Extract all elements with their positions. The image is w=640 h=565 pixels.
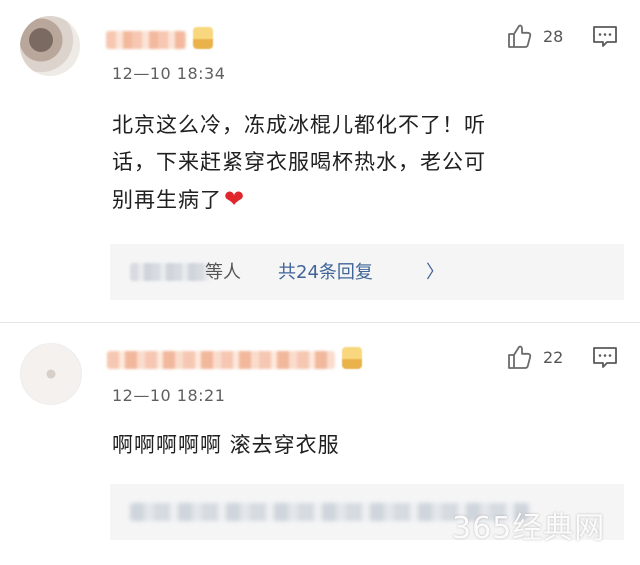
like-button[interactable]: 22 bbox=[505, 343, 563, 371]
watermark: 365经典网 bbox=[452, 511, 606, 546]
comment-text-line: 北京这么冷，冻成冰棍儿都化不了！听 bbox=[112, 113, 486, 137]
comment-text-span: 别再生病了 bbox=[112, 188, 222, 212]
comment-text-line: 啊啊啊啊啊 滚去穿衣服 bbox=[112, 433, 340, 457]
comment-text: 北京这么冷，冻成冰棍儿都化不了！听 话，下来赶紧穿衣服喝杯热水，老公可 别再生病… bbox=[112, 107, 612, 219]
username-blurred[interactable] bbox=[107, 351, 335, 369]
comment-timestamp: 12—10 18:34 bbox=[112, 64, 226, 83]
chevron-right-icon[interactable]: 〉 bbox=[426, 258, 444, 284]
user-badge-icon bbox=[193, 27, 213, 49]
thumbs-up-icon bbox=[508, 24, 532, 48]
like-count: 28 bbox=[543, 26, 564, 46]
comment-icon[interactable] bbox=[592, 24, 618, 50]
replier-names-blurred bbox=[130, 263, 210, 281]
replies-preview[interactable]: 等人 共24条回复 〉 bbox=[110, 244, 624, 300]
comment-text-line: 别再生病了❤ bbox=[112, 181, 612, 219]
heart-icon: ❤ bbox=[224, 185, 246, 213]
comment-text-line: 话，下来赶紧穿衣服喝杯热水，老公可 bbox=[112, 150, 486, 174]
comment-item: 12—10 18:34 28 北京这么冷，冻成冰棍儿都化不了！听 话，下来赶紧穿… bbox=[0, 0, 640, 322]
like-button[interactable]: 28 bbox=[505, 22, 563, 50]
thumbs-up-icon bbox=[508, 345, 532, 369]
comment-icon[interactable] bbox=[592, 345, 618, 371]
username-blurred[interactable] bbox=[106, 31, 186, 49]
user-badge-icon bbox=[342, 347, 362, 369]
replies-suffix: 等人 bbox=[205, 262, 241, 283]
avatar[interactable] bbox=[20, 16, 80, 76]
comment-timestamp: 12—10 18:21 bbox=[112, 386, 226, 405]
view-replies-link[interactable]: 共24条回复 bbox=[278, 258, 373, 284]
like-count: 22 bbox=[543, 347, 564, 367]
avatar[interactable] bbox=[20, 343, 82, 405]
comment-text: 啊啊啊啊啊 滚去穿衣服 bbox=[112, 427, 612, 464]
